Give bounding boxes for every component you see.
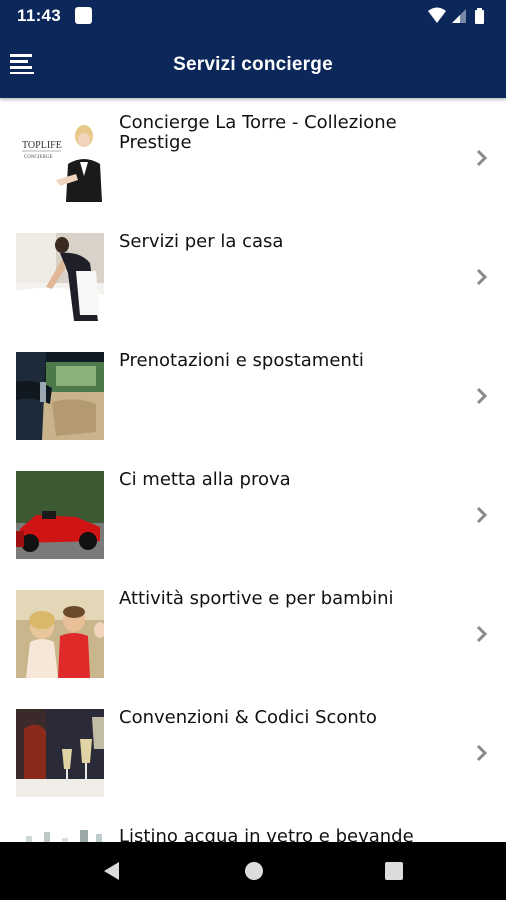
item-label: Listino acqua in vetro e bevande bbox=[119, 826, 414, 843]
thumbnail-race-car-image bbox=[16, 471, 104, 559]
chevron-right-icon bbox=[476, 387, 488, 405]
wifi-icon bbox=[428, 7, 446, 23]
system-navigation-bar bbox=[0, 842, 506, 900]
battery-icon bbox=[475, 8, 484, 24]
item-label: Attività sportive e per bambini bbox=[119, 588, 394, 609]
svg-text:CONCIERGE: CONCIERGE bbox=[24, 155, 53, 160]
thumbnail-bottles-image bbox=[16, 828, 104, 842]
thumbnail-children-image bbox=[16, 590, 104, 678]
thumbnail-concierge-image: TOPLIFE CONCIERGE bbox=[16, 114, 104, 202]
status-bar: 11:43 bbox=[0, 0, 506, 32]
back-icon[interactable] bbox=[101, 860, 123, 882]
thumbnail-housekeeping-image bbox=[16, 233, 104, 321]
chevron-right-icon bbox=[476, 625, 488, 643]
page-title: Servizi concierge bbox=[173, 54, 333, 75]
item-label: Convenzioni & Codici Sconto bbox=[119, 707, 377, 728]
chevron-right-icon bbox=[476, 744, 488, 762]
list-item-concierge-la-torre[interactable]: TOPLIFE CONCIERGE Concierge La Torre - C… bbox=[0, 99, 506, 218]
item-label: Concierge La Torre - Collezione Prestige bbox=[119, 112, 397, 153]
chevron-right-icon bbox=[476, 268, 488, 286]
services-list: TOPLIFE CONCIERGE Concierge La Torre - C… bbox=[0, 99, 506, 842]
thumbnail-car-interior-image bbox=[16, 352, 104, 440]
status-icons bbox=[426, 6, 494, 26]
app-bar: Servizi concierge bbox=[0, 32, 506, 98]
home-icon[interactable] bbox=[243, 860, 265, 882]
list-item-convenzioni[interactable]: Convenzioni & Codici Sconto bbox=[0, 694, 506, 813]
notification-icon bbox=[75, 7, 92, 24]
item-label: Servizi per la casa bbox=[119, 231, 284, 252]
chevron-right-icon bbox=[476, 149, 488, 167]
item-label: Ci metta alla prova bbox=[119, 469, 291, 490]
signal-icon bbox=[452, 9, 466, 23]
chevron-right-icon bbox=[476, 506, 488, 524]
list-item-attivita-sportive[interactable]: Attività sportive e per bambini bbox=[0, 575, 506, 694]
list-item-servizi-casa[interactable]: Servizi per la casa bbox=[0, 218, 506, 337]
list-item-ci-metta-alla-prova[interactable]: Ci metta alla prova bbox=[0, 456, 506, 575]
list-item-listino-acqua[interactable]: Listino acqua in vetro e bevande bbox=[0, 813, 506, 842]
recents-icon[interactable] bbox=[383, 860, 405, 882]
svg-text:TOPLIFE: TOPLIFE bbox=[22, 140, 62, 151]
item-label: Prenotazioni e spostamenti bbox=[119, 350, 364, 371]
thumbnail-champagne-image bbox=[16, 709, 104, 797]
list-item-prenotazioni[interactable]: Prenotazioni e spostamenti bbox=[0, 337, 506, 456]
status-time: 11:43 bbox=[17, 6, 62, 25]
